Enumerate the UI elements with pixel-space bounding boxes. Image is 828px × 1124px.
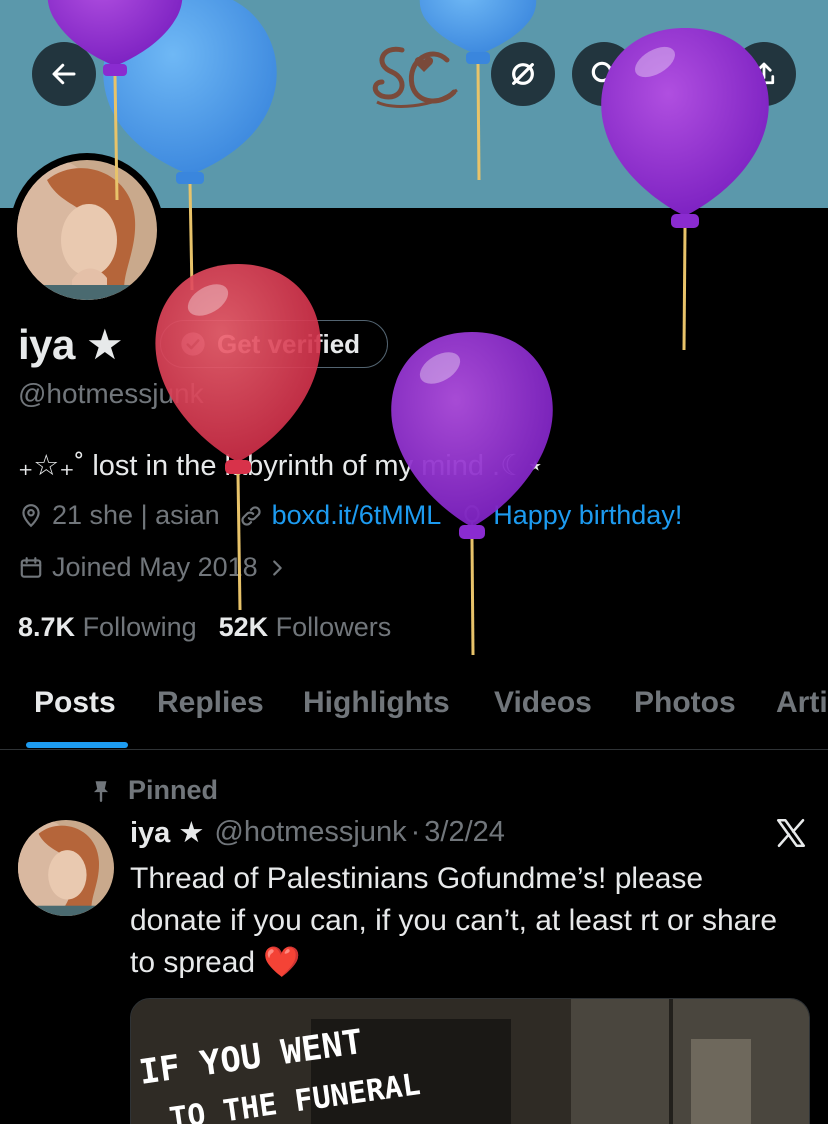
active-tab-indicator — [26, 742, 128, 748]
tab-posts[interactable]: Posts — [34, 686, 116, 720]
share-button[interactable] — [732, 42, 796, 106]
joined-item[interactable]: Joined May 2018 — [18, 552, 288, 583]
profile-avatar[interactable] — [10, 153, 164, 307]
website-link[interactable]: boxd.it/6tMML — [272, 500, 442, 531]
joined-text: Joined May 2018 — [52, 552, 258, 582]
profile-tabs: Posts Replies Highlights Videos Photos A… — [0, 668, 828, 750]
search-icon — [591, 61, 617, 87]
birthday-item: Happy birthday! — [459, 500, 682, 531]
profile-bio: ₊☆₊˚ lost in the labyrinth of my mind .☾… — [18, 450, 545, 482]
followers-label: Followers — [275, 612, 392, 642]
followers-link[interactable]: 52K Followers — [219, 612, 392, 643]
post-header: iya ★ @hotmessjunk · 3/2/24 — [130, 815, 505, 850]
profile-handle: @hotmessjunk — [18, 378, 204, 409]
verified-badge-icon — [181, 332, 205, 356]
arrow-left-icon — [52, 63, 76, 85]
get-verified-label: Get verified — [217, 328, 361, 359]
profile-name: iya ★ — [18, 321, 124, 368]
post-author-avatar[interactable] — [18, 820, 114, 916]
tab-videos[interactable]: Videos — [494, 686, 592, 720]
website-item[interactable]: boxd.it/6tMML — [238, 500, 442, 531]
profile-meta: 21 she | asian boxd.it/6tMML Happy birth… — [18, 500, 700, 531]
tab-replies[interactable]: Replies — [157, 686, 264, 720]
balloon-icon — [464, 504, 480, 527]
followers-count: 52K — [218, 612, 269, 642]
post-date: 3/2/24 — [424, 816, 505, 848]
x-logo-icon[interactable] — [774, 816, 808, 850]
pinned-label: Pinned — [128, 775, 219, 805]
following-link[interactable]: 8.7K Following — [18, 612, 197, 643]
post-separator: · — [410, 816, 421, 848]
edit-button[interactable] — [652, 42, 716, 106]
post-media-image[interactable]: IF YOU WENT TO THE FUNERAL — [130, 998, 810, 1124]
avatar-photo — [18, 820, 114, 916]
location-pin-icon — [22, 503, 40, 527]
balloon-purple-mid — [391, 332, 553, 656]
birthday-text: Happy birthday! — [493, 500, 683, 530]
share-icon — [753, 62, 775, 85]
tab-photos[interactable]: Photos — [634, 686, 736, 720]
link-icon — [241, 505, 261, 526]
pinned-indicator: Pinned — [88, 775, 218, 806]
get-verified-button[interactable]: Get verified — [160, 320, 388, 368]
grok-button[interactable] — [491, 42, 555, 106]
following-count: 8.7K — [18, 612, 76, 642]
media-photo: IF YOU WENT TO THE FUNERAL — [131, 999, 809, 1124]
sc-monogram-logo — [372, 46, 458, 108]
back-button[interactable] — [32, 42, 96, 106]
post-author-handle: @hotmessjunk — [214, 816, 407, 848]
location-item: 21 she | asian — [18, 500, 220, 531]
grok-icon — [512, 63, 534, 85]
pin-icon — [93, 780, 109, 802]
follow-stats: 8.7K Following 52K Followers — [18, 612, 391, 643]
search-button[interactable] — [572, 42, 636, 106]
tab-articles[interactable]: Arti — [776, 686, 828, 720]
post-author-name[interactable]: iya ★ — [130, 815, 204, 850]
following-label: Following — [82, 612, 197, 642]
post-body: Thread of Palestinians Gofundme’s! pleas… — [130, 862, 778, 979]
chevron-right-icon — [272, 559, 282, 576]
calendar-icon — [20, 556, 42, 578]
tab-highlights[interactable]: Highlights — [303, 686, 450, 720]
pencil-icon — [672, 64, 694, 86]
avatar-photo — [17, 160, 157, 300]
location-text: 21 she | asian — [52, 500, 220, 530]
